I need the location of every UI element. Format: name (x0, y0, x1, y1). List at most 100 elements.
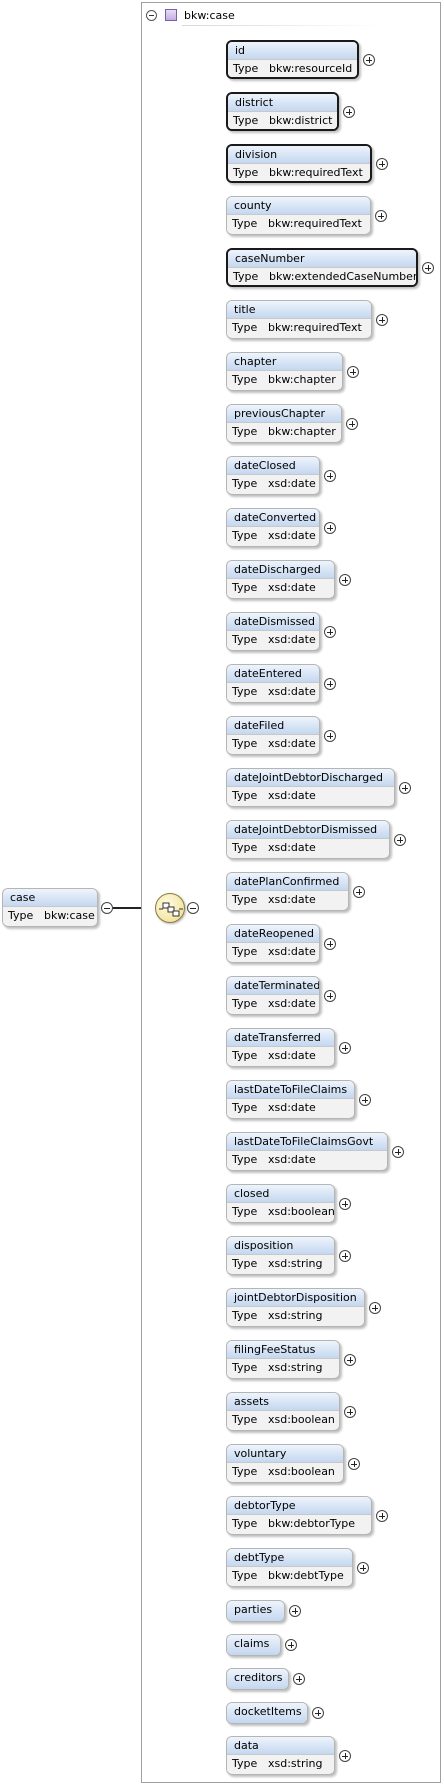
element-lastDateToFileClaimsGovt[interactable]: lastDateToFileClaimsGovt Type xsd:date (226, 1132, 388, 1171)
element-data[interactable]: data Type xsd:string (226, 1736, 335, 1775)
element-creditors[interactable]: creditors (226, 1668, 289, 1690)
element-dateTerminated[interactable]: dateTerminated Type xsd:date (226, 976, 320, 1015)
type-label: Type (232, 1205, 258, 1218)
expand-icon[interactable] (399, 782, 411, 794)
type-value: bkw:chapter (268, 373, 336, 386)
element-dateFiled[interactable]: dateFiled Type xsd:date (226, 716, 320, 755)
expand-icon[interactable] (348, 1458, 360, 1470)
type-value: bkw:requiredText (268, 217, 362, 230)
type-value: xsd:date (268, 477, 316, 490)
element-name: lastDateToFileClaimsGovt (227, 1133, 387, 1150)
element-jointDebtorDisposition[interactable]: jointDebtorDisposition Type xsd:string (226, 1288, 365, 1327)
element-voluntary[interactable]: voluntary Type xsd:boolean (226, 1444, 344, 1483)
element-division[interactable]: division Type bkw:requiredText (226, 144, 372, 183)
expand-icon[interactable] (376, 1510, 388, 1522)
element-type-row: Type bkw:requiredText (227, 214, 370, 233)
expand-icon[interactable] (324, 990, 336, 1002)
element-filingFeeStatus[interactable]: filingFeeStatus Type xsd:string (226, 1340, 340, 1379)
element-dateJointDebtorDischarged[interactable]: dateJointDebtorDischarged Type xsd:date (226, 768, 395, 807)
type-value: xsd:date (268, 945, 316, 958)
expand-icon[interactable] (353, 886, 365, 898)
expand-icon[interactable] (285, 1639, 297, 1651)
expand-icon[interactable] (392, 1146, 404, 1158)
expand-icon[interactable] (363, 54, 375, 66)
expand-icon[interactable] (339, 574, 351, 586)
collapse-icon[interactable] (101, 902, 113, 914)
expand-icon[interactable] (346, 418, 358, 430)
element-claims[interactable]: claims (226, 1634, 281, 1656)
expand-icon[interactable] (289, 1605, 301, 1617)
expand-icon[interactable] (394, 834, 406, 846)
expand-icon[interactable] (422, 262, 434, 274)
type-label: Type (232, 1153, 258, 1166)
expand-icon[interactable] (293, 1673, 305, 1685)
expand-icon[interactable] (344, 1354, 356, 1366)
element-disposition[interactable]: disposition Type xsd:string (226, 1236, 335, 1275)
element-dateReopened[interactable]: dateReopened Type xsd:date (226, 924, 320, 963)
type-value: xsd:date (268, 529, 316, 542)
element-type-row: Type bkw:chapter (227, 422, 341, 441)
type-label: Type (232, 1049, 258, 1062)
element-closed[interactable]: closed Type xsd:boolean (226, 1184, 335, 1223)
element-name: debtorType (227, 1497, 371, 1514)
expand-icon[interactable] (375, 210, 387, 222)
sequence-compositor-icon[interactable] (155, 893, 185, 923)
expand-icon[interactable] (339, 1198, 351, 1210)
element-county[interactable]: county Type bkw:requiredText (226, 196, 371, 235)
expand-icon[interactable] (339, 1250, 351, 1262)
element-dateTransferred[interactable]: dateTransferred Type xsd:date (226, 1028, 335, 1067)
element-debtorType[interactable]: debtorType Type bkw:debtorType (226, 1496, 372, 1535)
type-label: Type (232, 217, 258, 230)
expand-icon[interactable] (359, 1094, 371, 1106)
element-previousChapter[interactable]: previousChapter Type bkw:chapter (226, 404, 342, 443)
expand-icon[interactable] (324, 626, 336, 638)
expand-icon[interactable] (312, 1707, 324, 1719)
type-label: Type (232, 1413, 258, 1426)
expand-icon[interactable] (339, 1042, 351, 1054)
element-parties[interactable]: parties (226, 1600, 285, 1622)
element-debtType[interactable]: debtType Type bkw:debtType (226, 1548, 353, 1587)
collapse-icon[interactable] (146, 10, 157, 21)
type-value: xsd:date (268, 685, 316, 698)
root-element-case[interactable]: case Type bkw:case (2, 888, 98, 927)
element-type-row: Type xsd:string (227, 1254, 334, 1273)
expand-icon[interactable] (324, 470, 336, 482)
expand-icon[interactable] (376, 314, 388, 326)
element-dateEntered[interactable]: dateEntered Type xsd:date (226, 664, 320, 703)
element-title[interactable]: title Type bkw:requiredText (226, 300, 372, 339)
element-docketItems[interactable]: docketItems (226, 1702, 308, 1724)
element-lastDateToFileClaims[interactable]: lastDateToFileClaims Type xsd:date (226, 1080, 355, 1119)
expand-icon[interactable] (324, 938, 336, 950)
element-type-row: Type bkw:chapter (227, 370, 342, 389)
element-type-row: Type xsd:boolean (227, 1462, 343, 1481)
expand-icon[interactable] (343, 106, 355, 118)
type-label: Type (232, 1361, 258, 1374)
collapse-icon[interactable] (187, 902, 199, 914)
element-type-row: Type xsd:string (227, 1306, 364, 1325)
element-dateConverted[interactable]: dateConverted Type xsd:date (226, 508, 320, 547)
expand-icon[interactable] (344, 1406, 356, 1418)
expand-icon[interactable] (376, 158, 388, 170)
element-caseNumber[interactable]: caseNumber Type bkw:extendedCaseNumber (226, 248, 418, 287)
element-district[interactable]: district Type bkw:district (226, 92, 339, 131)
element-id[interactable]: id Type bkw:resourceId (226, 40, 359, 79)
expand-icon[interactable] (369, 1302, 381, 1314)
expand-icon[interactable] (347, 366, 359, 378)
expand-icon[interactable] (324, 678, 336, 690)
element-datePlanConfirmed[interactable]: datePlanConfirmed Type xsd:date (226, 872, 349, 911)
element-dateDismissed[interactable]: dateDismissed Type xsd:date (226, 612, 320, 651)
element-chapter[interactable]: chapter Type bkw:chapter (226, 352, 343, 391)
element-name: chapter (227, 353, 342, 370)
expand-icon[interactable] (324, 522, 336, 534)
expand-icon[interactable] (324, 730, 336, 742)
element-name: id (228, 42, 357, 59)
element-type-row: Type xsd:date (227, 890, 348, 909)
expand-icon[interactable] (357, 1562, 369, 1574)
type-value: bkw:debtType (268, 1569, 344, 1582)
element-type-row: Type xsd:date (227, 838, 389, 857)
element-dateJointDebtorDismissed[interactable]: dateJointDebtorDismissed Type xsd:date (226, 820, 390, 859)
element-dateClosed[interactable]: dateClosed Type xsd:date (226, 456, 320, 495)
element-assets[interactable]: assets Type xsd:boolean (226, 1392, 340, 1431)
element-dateDischarged[interactable]: dateDischarged Type xsd:date (226, 560, 335, 599)
expand-icon[interactable] (339, 1750, 351, 1762)
